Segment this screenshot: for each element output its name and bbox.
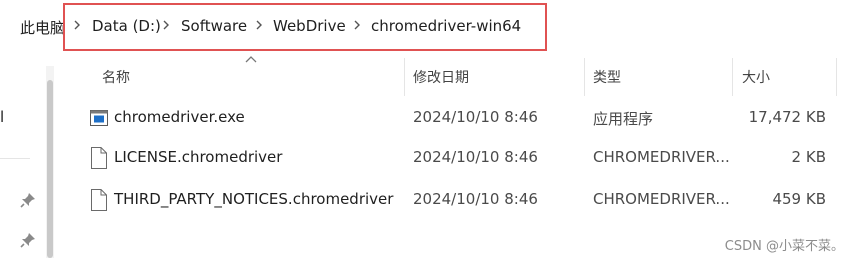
path-highlight-box (63, 3, 547, 51)
file-name[interactable]: chromedriver.exe (114, 108, 245, 126)
file-name[interactable]: LICENSE.chromedriver (114, 148, 282, 166)
nav-item-label[interactable]: l (0, 108, 4, 126)
column-divider[interactable] (732, 58, 733, 96)
executable-icon (90, 110, 108, 126)
file-type: CHROMEDRIVER... (593, 190, 730, 208)
watermark: CSDN @小菜不菜。 (724, 239, 844, 254)
file-size: 459 KB (772, 190, 826, 208)
chevron-up-icon[interactable] (244, 54, 258, 64)
column-header-name[interactable]: 名称 (102, 67, 130, 87)
breadcrumb-this-pc[interactable]: 此电脑 (20, 17, 65, 38)
file-type: 应用程序 (593, 110, 654, 128)
file-icon (91, 189, 107, 211)
column-header-size[interactable]: 大小 (742, 67, 770, 87)
file-name[interactable]: THIRD_PARTY_NOTICES.chromedriver (114, 190, 393, 208)
file-modified: 2024/10/10 8:46 (413, 108, 538, 126)
pin-icon[interactable] (20, 192, 36, 208)
file-size: 17,472 KB (748, 108, 826, 126)
file-type: CHROMEDRIVER... (593, 148, 730, 166)
pin-icon[interactable] (20, 232, 36, 248)
column-divider[interactable] (404, 58, 405, 96)
file-modified: 2024/10/10 8:46 (413, 190, 538, 208)
file-row[interactable]: chromedriver.exe 2024/10/10 8:46 应用程序 17… (58, 98, 854, 138)
nav-scrollbar-thumb[interactable] (47, 80, 53, 258)
column-header-row: 名称 修改日期 类型 大小 (58, 56, 854, 96)
nav-divider (0, 158, 30, 159)
file-size: 2 KB (791, 148, 826, 166)
column-header-type[interactable]: 类型 (593, 67, 621, 87)
column-divider[interactable] (584, 58, 585, 96)
breadcrumb: 此电脑 Data (D:) Software WebDrive chromedr… (0, 0, 854, 52)
file-modified: 2024/10/10 8:46 (413, 148, 538, 166)
file-row[interactable]: THIRD_PARTY_NOTICES.chromedriver 2024/10… (58, 180, 854, 220)
column-divider[interactable] (836, 58, 837, 96)
file-row[interactable]: LICENSE.chromedriver 2024/10/10 8:46 CHR… (58, 138, 854, 178)
column-header-modified[interactable]: 修改日期 (413, 67, 469, 87)
file-icon (91, 147, 107, 169)
